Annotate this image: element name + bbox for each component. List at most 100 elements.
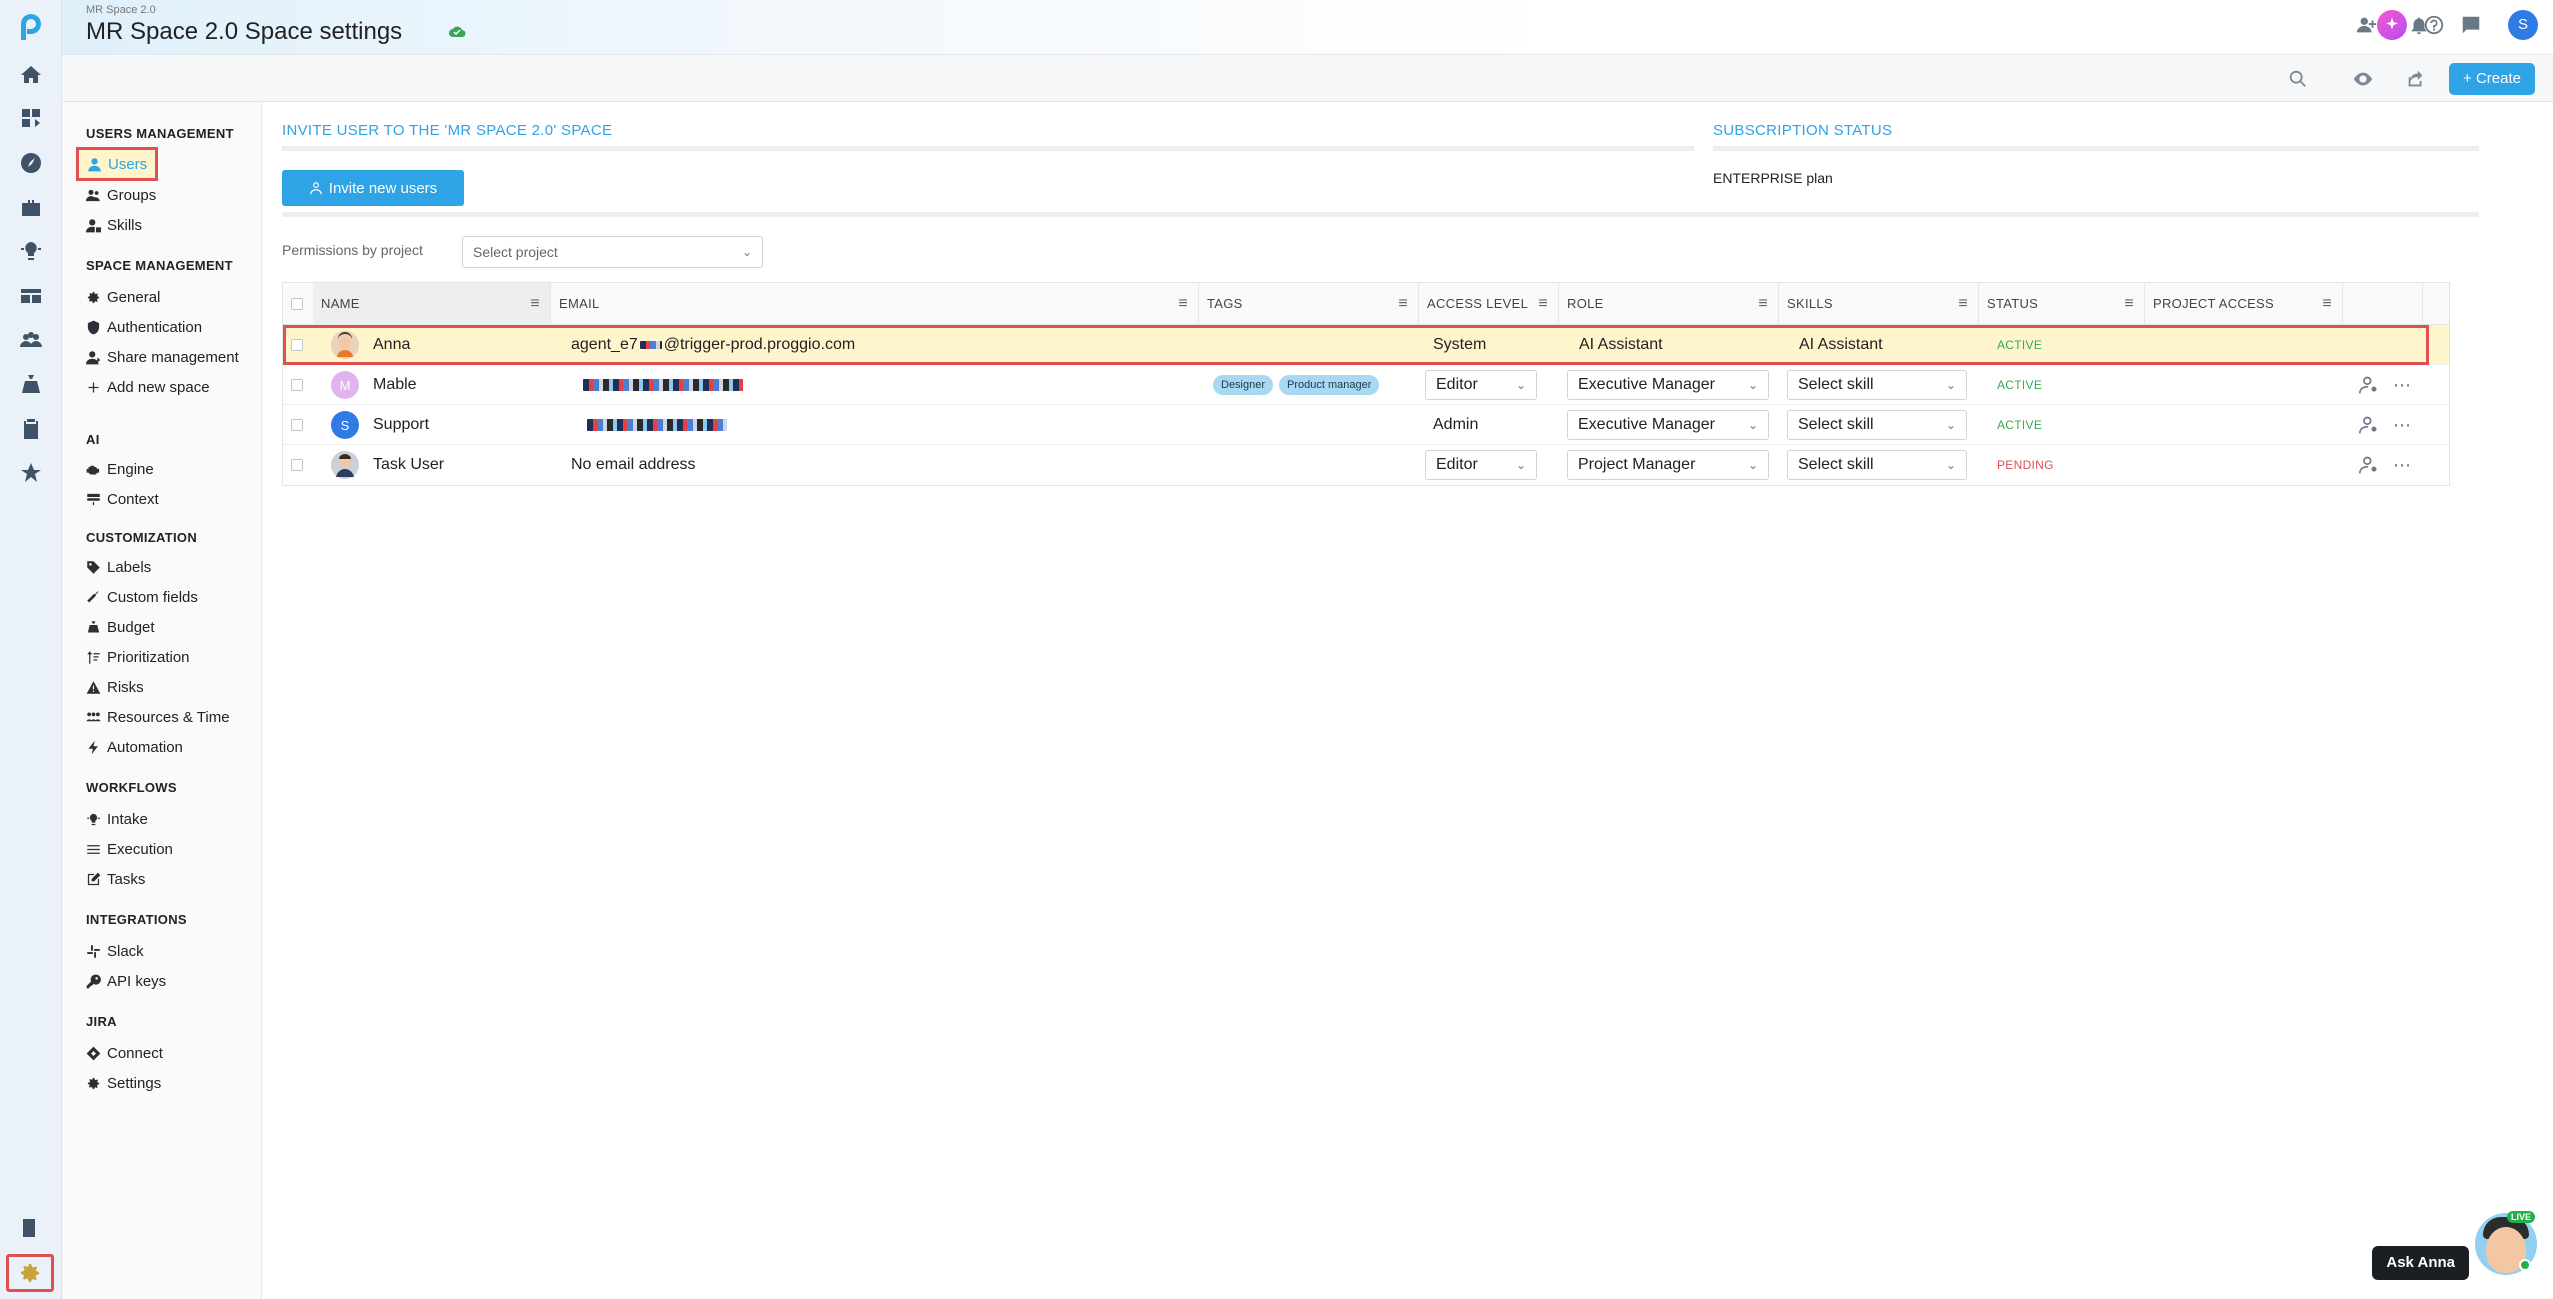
- tag-badge[interactable]: Designer: [1213, 375, 1274, 395]
- column-header-name[interactable]: NAME ≡: [313, 283, 551, 325]
- access-level-dropdown[interactable]: Editor ⌄: [1425, 370, 1537, 400]
- sidebar-item-automation[interactable]: Automation: [86, 734, 183, 760]
- sidebar-item-execution[interactable]: Execution: [86, 836, 173, 862]
- table-row[interactable]: Task User No email address Editor ⌄ Proje…: [283, 445, 2449, 485]
- column-header-role[interactable]: ROLE ≡: [1559, 283, 1779, 325]
- home-icon[interactable]: [16, 60, 46, 90]
- role-dropdown[interactable]: Project Manager ⌄: [1567, 450, 1769, 480]
- tag-badge[interactable]: Product manager: [1279, 375, 1380, 395]
- more-options-icon[interactable]: ⋯: [2393, 415, 2412, 436]
- invite-new-users-button[interactable]: Invite new users: [282, 170, 464, 206]
- messages-icon[interactable]: [2456, 10, 2486, 40]
- create-button[interactable]: + Create: [2449, 63, 2535, 95]
- share-icon[interactable]: [2402, 66, 2430, 92]
- user-settings-icon[interactable]: [2359, 375, 2379, 395]
- select-all-checkbox[interactable]: [291, 298, 303, 310]
- sidebar-item-add-new-space[interactable]: Add new space: [86, 374, 210, 400]
- column-menu-icon[interactable]: ≡: [1178, 283, 1188, 325]
- column-header-email[interactable]: EMAIL ≡: [551, 283, 1199, 325]
- column-menu-icon[interactable]: ≡: [1398, 283, 1408, 325]
- sidebar-item-label: Risks: [107, 678, 144, 696]
- briefcase-icon[interactable]: [16, 193, 46, 223]
- sidebar-item-prioritization[interactable]: Prioritization: [86, 644, 190, 670]
- row-checkbox[interactable]: [291, 339, 303, 351]
- sidebar-item-share-management[interactable]: Share management: [86, 344, 239, 370]
- logout-icon[interactable]: [16, 1213, 46, 1243]
- breadcrumb[interactable]: MR Space 2.0: [86, 4, 156, 16]
- sidebar-item-labels[interactable]: Labels: [86, 554, 151, 580]
- column-menu-icon[interactable]: ≡: [530, 283, 540, 325]
- role-dropdown[interactable]: Executive Manager ⌄: [1567, 370, 1769, 400]
- portfolio-icon[interactable]: [16, 103, 46, 133]
- more-options-icon[interactable]: ⋯: [2393, 375, 2412, 396]
- add-user-icon[interactable]: [2352, 10, 2382, 40]
- user-settings-icon[interactable]: [2359, 415, 2379, 435]
- sidebar-item-context[interactable]: Context: [86, 486, 159, 512]
- sidebar-item-api-keys[interactable]: API keys: [86, 968, 166, 994]
- board-icon[interactable]: [16, 281, 46, 311]
- dashboard-icon[interactable]: [16, 148, 46, 178]
- budget-icon[interactable]: [16, 370, 46, 400]
- column-header-status[interactable]: STATUS ≡: [1979, 283, 2145, 325]
- sort-arrows-icon: [87, 650, 100, 664]
- search-icon[interactable]: [2284, 66, 2312, 92]
- column-menu-icon[interactable]: ≡: [1958, 283, 1968, 325]
- row-checkbox[interactable]: [291, 459, 303, 471]
- column-header-tags[interactable]: TAGS ≡: [1199, 283, 1419, 325]
- skills-dropdown[interactable]: Select skill ⌄: [1787, 410, 1967, 440]
- role-dropdown[interactable]: Executive Manager ⌄: [1567, 410, 1769, 440]
- proggio-logo-icon[interactable]: [13, 10, 49, 46]
- column-menu-icon[interactable]: ≡: [1538, 283, 1548, 325]
- column-menu-icon[interactable]: ≡: [1758, 283, 1768, 325]
- jira-diamond-icon: [86, 1046, 101, 1060]
- column-header-access-level[interactable]: ACCESS LEVEL ≡: [1419, 283, 1559, 325]
- anna-assistant-avatar[interactable]: LIVE: [2475, 1211, 2537, 1275]
- eye-icon[interactable]: [2349, 66, 2377, 92]
- notifications-bell-icon[interactable]: [2404, 10, 2434, 40]
- sidebar-item-authentication[interactable]: Authentication: [86, 314, 202, 340]
- column-header-project-access[interactable]: PROJECT ACCESS ≡: [2145, 283, 2343, 325]
- sidebar-item-jira-settings[interactable]: Settings: [86, 1070, 161, 1096]
- row-checkbox[interactable]: [291, 419, 303, 431]
- sidebar-item-users[interactable]: Users: [76, 147, 159, 181]
- user-avatar[interactable]: S: [2508, 10, 2538, 40]
- sidebar-item-intake[interactable]: Intake: [86, 806, 148, 832]
- lightning-icon: [88, 740, 98, 754]
- tag-icon: [87, 560, 100, 574]
- table-row[interactable]: S Support Admin Executive Manager ⌄ Selec…: [283, 405, 2449, 445]
- sidebar-item-risks[interactable]: Risks: [86, 674, 144, 700]
- sidebar-item-custom-fields[interactable]: Custom fields: [86, 584, 198, 610]
- sidebar-item-skills[interactable]: Skills: [86, 212, 142, 238]
- gear-outline-icon: [87, 1077, 100, 1089]
- sidebar-item-groups[interactable]: Groups: [86, 182, 156, 208]
- settings-gear-icon[interactable]: [6, 1254, 54, 1292]
- sidebar-item-resources-time[interactable]: Resources & Time: [86, 704, 230, 730]
- clipboard-icon[interactable]: [16, 414, 46, 444]
- tags-cell: Designer Product manager: [1213, 365, 1385, 405]
- sidebar-item-engine[interactable]: Engine: [86, 456, 154, 482]
- ideas-icon[interactable]: [16, 236, 46, 266]
- user-settings-icon[interactable]: [2359, 455, 2379, 475]
- column-menu-icon[interactable]: ≡: [2322, 283, 2332, 325]
- table-row[interactable]: Anna agent_e7 @trigger-prod.proggio.com …: [283, 325, 2449, 365]
- column-menu-icon[interactable]: ≡: [2124, 283, 2134, 325]
- sidebar-item-general[interactable]: General: [86, 284, 160, 310]
- redacted-text: [639, 341, 662, 349]
- skills-dropdown[interactable]: Select skill ⌄: [1787, 450, 1967, 480]
- star-icon[interactable]: [16, 458, 46, 488]
- table-row[interactable]: M Mable Designer Product manager Editor ⌄…: [283, 365, 2449, 405]
- skills-dropdown[interactable]: Select skill ⌄: [1787, 370, 1967, 400]
- sidebar-item-slack[interactable]: Slack: [86, 938, 144, 964]
- more-options-icon[interactable]: ⋯: [2393, 455, 2412, 476]
- column-header-skills[interactable]: SKILLS ≡: [1779, 283, 1979, 325]
- sidebar-item-connect[interactable]: Connect: [86, 1040, 163, 1066]
- left-rail: [0, 0, 62, 1299]
- row-checkbox[interactable]: [291, 379, 303, 391]
- sidebar-item-budget[interactable]: Budget: [86, 614, 155, 640]
- team-icon[interactable]: [16, 325, 46, 355]
- email-cell: [583, 365, 743, 405]
- ask-anna-button[interactable]: Ask Anna: [2372, 1246, 2469, 1280]
- access-level-dropdown[interactable]: Editor ⌄: [1425, 450, 1537, 480]
- select-project-dropdown[interactable]: Select project ⌄: [462, 236, 763, 268]
- sidebar-item-tasks[interactable]: Tasks: [86, 866, 145, 892]
